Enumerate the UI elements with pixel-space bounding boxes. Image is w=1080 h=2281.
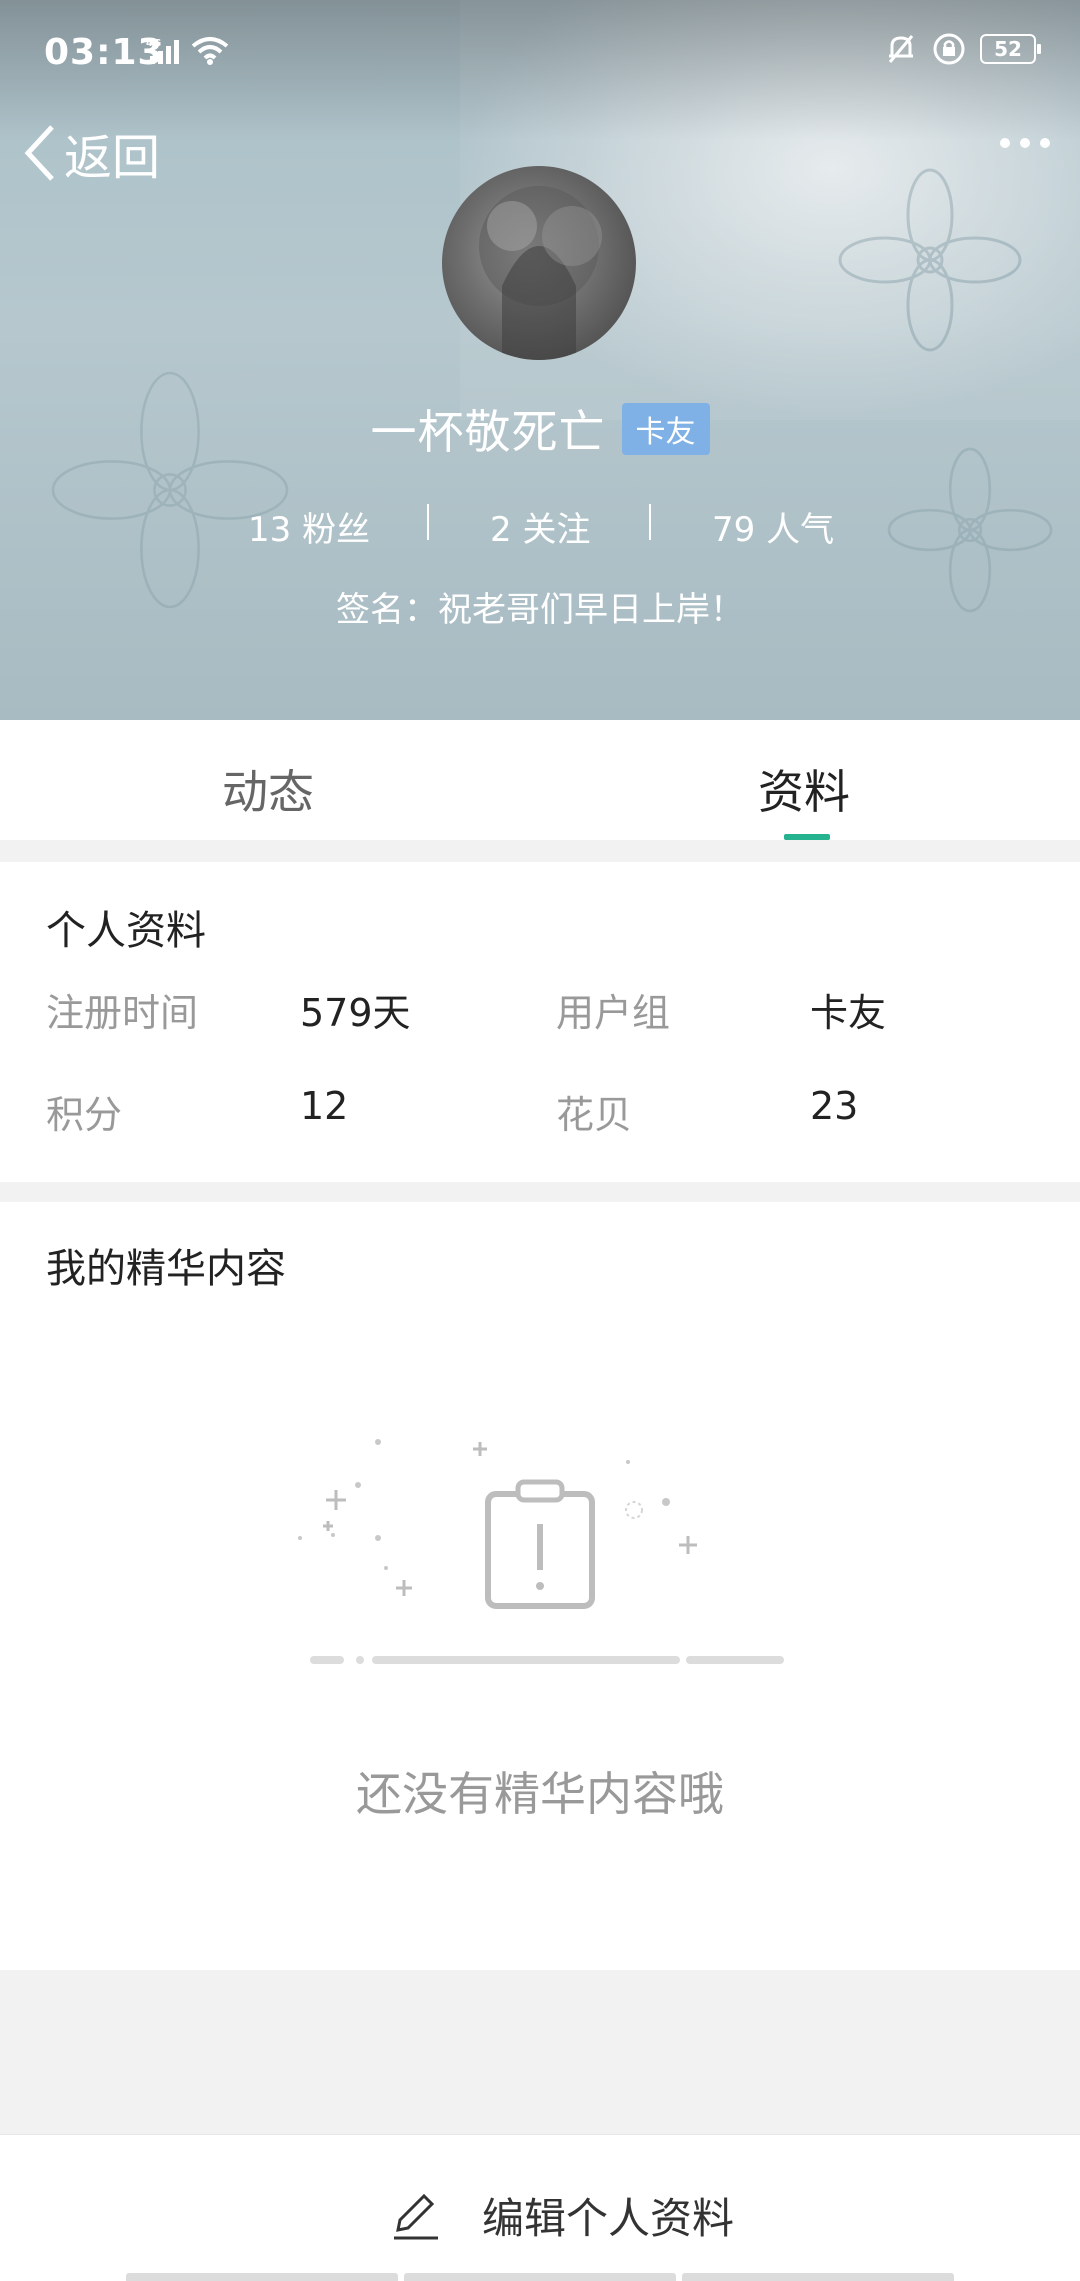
personal-info-title: 个人资料	[46, 908, 206, 954]
empty-essence-text: 还没有精华内容哦	[356, 1767, 724, 1821]
bottom-bar: 编辑个人资料	[0, 2134, 1080, 2281]
stat-fans[interactable]: 13 粉丝	[248, 502, 370, 551]
name-row: 一杯敬死亡 卡友	[0, 396, 1080, 462]
info-label-huabei: 花贝	[556, 1093, 633, 1137]
avatar[interactable]	[442, 166, 636, 360]
more-dot	[1020, 138, 1030, 148]
active-tab-indicator	[784, 834, 830, 840]
stat-following[interactable]: 2 关注	[490, 502, 590, 551]
profile-header: 03:13 4G 52 返回 一杯敬死亡 卡友 13 粉丝 2 关注 79 人气…	[0, 0, 1080, 720]
edit-profile-button[interactable]: 编辑个人资料	[390, 2185, 734, 2246]
signal-4g-icon: 4G	[146, 38, 179, 64]
info-value-register-time: 579天	[300, 991, 411, 1035]
more-dot	[1040, 138, 1050, 148]
essence-title: 我的精华内容	[46, 1246, 286, 1292]
group-badge: 卡友	[621, 403, 710, 455]
info-value-huabei: 23	[810, 1084, 859, 1128]
stat-divider	[649, 504, 651, 540]
stat-popularity: 79 人气	[712, 510, 835, 550]
status-bar: 03:13 4G 52	[0, 0, 1080, 110]
avatar-image	[479, 186, 602, 360]
username: 一杯敬死亡	[370, 405, 606, 459]
tab-bar: 动态 资料	[0, 720, 1080, 840]
info-value-points: 12	[300, 1084, 349, 1128]
info-label-points: 积分	[46, 1093, 123, 1137]
signature: 签名：祝老哥们早日上岸！	[336, 590, 744, 630]
more-button[interactable]	[1000, 138, 1050, 148]
info-value-user-group: 卡友	[810, 991, 887, 1035]
info-label-register-time: 注册时间	[46, 991, 199, 1035]
tab-profile[interactable]: 资料	[758, 756, 850, 822]
edit-profile-label: 编辑个人资料	[482, 2194, 735, 2243]
tab-activity[interactable]: 动态	[222, 756, 314, 822]
back-button[interactable]: 返回	[22, 118, 160, 188]
empty-clipboard-icon	[298, 1439, 784, 1664]
rotation-lock-icon	[933, 33, 965, 65]
personal-info-card: 个人资料 注册时间 579天 用户组 卡友 积分 12 花贝 23	[0, 862, 1080, 1182]
back-label: 返回	[64, 130, 161, 186]
status-right-group: 52	[884, 32, 1041, 66]
bell-muted-icon	[888, 35, 914, 63]
info-label-user-group: 用户组	[556, 991, 671, 1035]
chevron-left-icon	[24, 125, 54, 181]
battery-indicator: 52	[980, 34, 1041, 64]
flower-decoration-icon	[838, 168, 1022, 352]
svg-text:4G: 4G	[146, 38, 161, 49]
wifi-icon	[191, 37, 229, 65]
pencil-icon	[394, 2193, 438, 2239]
more-dot	[1000, 138, 1010, 148]
stat-divider	[427, 504, 429, 540]
